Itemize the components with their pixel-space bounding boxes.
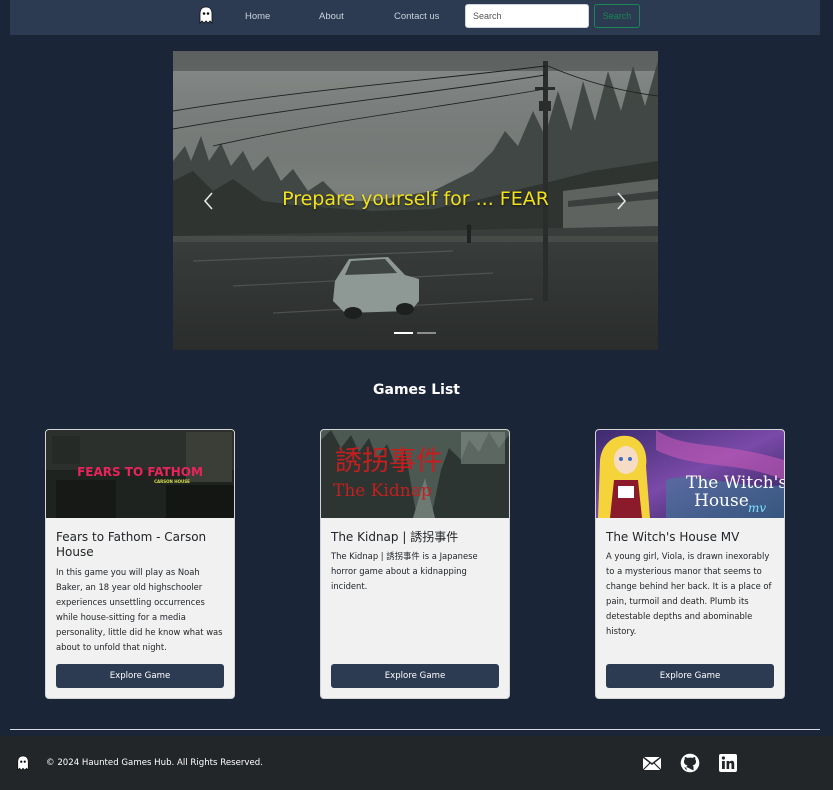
explore-game-button[interactable]: Explore Game: [331, 664, 499, 688]
chevron-left-icon[interactable]: [199, 189, 219, 213]
game-card-image: The Witch's House mv: [596, 430, 784, 518]
carson-house-logo-text: CARSON HOUSE: [154, 479, 190, 484]
game-card: FEARS TO FATHOM CARSON HOUSE Fears to Fa…: [45, 429, 235, 699]
game-card: 誘拐事件 The Kidnap The Kidnap | 誘拐事件 The Ki…: [320, 429, 510, 699]
linkedin-icon[interactable]: [718, 753, 738, 773]
kidnap-english-logo-text: The Kidnap: [333, 481, 432, 501]
witchs-house-mv-tag: mv: [748, 501, 766, 515]
game-card-description: The Kidnap | 誘拐事件 is a Japanese horror g…: [331, 551, 478, 591]
explore-game-button[interactable]: Explore Game: [56, 664, 224, 688]
game-card-image: FEARS TO FATHOM CARSON HOUSE: [46, 430, 234, 518]
game-card-title: The Kidnap | 誘拐事件: [331, 530, 459, 544]
nav-about-link[interactable]: About: [319, 11, 344, 22]
github-icon[interactable]: [680, 753, 700, 773]
hero-carousel: Prepare yourself for ... FEAR: [173, 51, 658, 350]
carousel-indicator-1[interactable]: [394, 332, 413, 334]
witchs-house-logo-text: The Witch's: [686, 473, 784, 493]
search-input[interactable]: [465, 4, 589, 28]
game-card: The Witch's House mv The Witch's House M…: [595, 429, 785, 699]
kidnap-kanji-logo-text: 誘拐事件: [335, 446, 443, 477]
fears-to-fathom-logo-text: FEARS TO FATHOM: [77, 465, 203, 479]
footer-divider: [10, 729, 820, 730]
navbar: Home About Contact us Search: [10, 0, 820, 35]
search-button[interactable]: Search: [594, 4, 640, 28]
carousel-indicator-2[interactable]: [417, 332, 436, 334]
nav-contact-link[interactable]: Contact us: [394, 11, 439, 22]
footer-copyright: © 2024 Haunted Games Hub. All Rights Res…: [46, 758, 263, 768]
game-card-image: 誘拐事件 The Kidnap: [321, 430, 509, 518]
footer: © 2024 Haunted Games Hub. All Rights Res…: [0, 736, 833, 790]
mail-icon[interactable]: [642, 753, 662, 773]
games-list-heading: Games List: [373, 382, 460, 398]
witchs-house-logo-text-2: House: [694, 491, 749, 511]
carousel-caption: Prepare yourself for ... FEAR: [282, 188, 549, 210]
nav-home-link[interactable]: Home: [245, 11, 270, 22]
ghost-icon[interactable]: [198, 6, 214, 24]
explore-game-button[interactable]: Explore Game: [606, 664, 774, 688]
ghost-icon: [17, 755, 29, 771]
chevron-right-icon[interactable]: [611, 189, 631, 213]
game-card-description: In this game you will play as Noah Baker…: [56, 567, 223, 652]
game-card-title: Fears to Fathom - Carson House: [56, 530, 207, 559]
game-card-description: A young girl, Viola, is drawn inexorably…: [606, 551, 772, 636]
game-card-title: The Witch's House MV: [606, 530, 740, 544]
